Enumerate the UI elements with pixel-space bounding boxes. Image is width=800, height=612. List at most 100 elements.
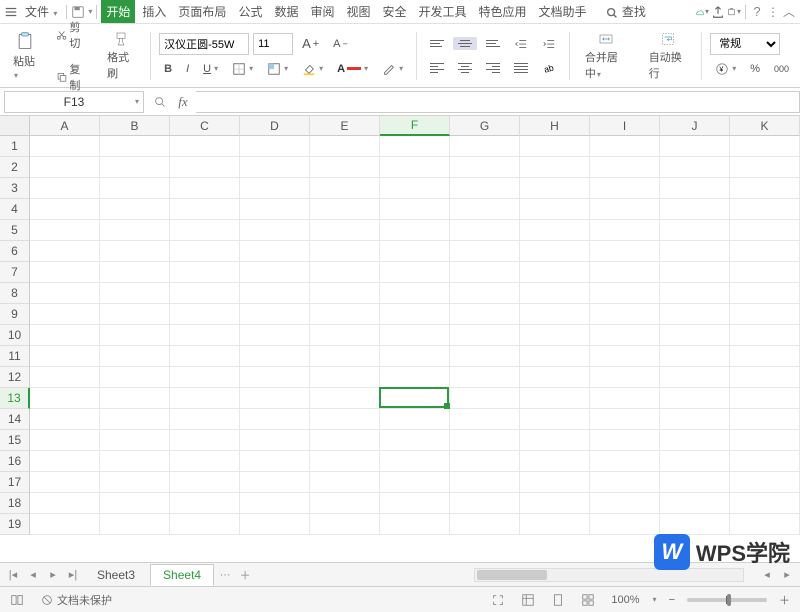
col-header-J[interactable]: J (660, 116, 730, 136)
font-size-select[interactable] (253, 33, 293, 55)
col-header-A[interactable]: A (30, 116, 100, 136)
search-button[interactable]: 查找 (600, 0, 651, 23)
row-header-19[interactable]: 19 (0, 514, 30, 535)
row-header-4[interactable]: 4 (0, 199, 30, 220)
auto-wrap-button[interactable]: 自动换行 (642, 28, 694, 84)
row-header-11[interactable]: 11 (0, 346, 30, 367)
row-header-2[interactable]: 2 (0, 157, 30, 178)
select-all-corner[interactable] (0, 116, 30, 136)
format-painter-button[interactable]: 格式刷 (100, 28, 142, 84)
increase-font-button[interactable]: A+ (297, 33, 324, 54)
fx-button[interactable]: fx (172, 91, 196, 113)
row-header-1[interactable]: 1 (0, 136, 30, 157)
row-header-12[interactable]: 12 (0, 367, 30, 388)
ribbon: 粘贴▾ 剪切 复制 格式刷 A+ A− B I U▾ ▾ ▾ ▾ A▾ (0, 24, 800, 88)
tab-review[interactable]: 审阅 (305, 0, 339, 23)
merge-center-button[interactable]: 合并居中▾ (578, 28, 634, 84)
tab-prev-icon[interactable]: ◂ (24, 566, 42, 584)
align-center-button[interactable] (453, 60, 477, 76)
col-header-I[interactable]: I (590, 116, 660, 136)
tab-page-layout[interactable]: 页面布局 (173, 0, 231, 23)
decrease-font-button[interactable]: A− (328, 35, 353, 53)
expand-namebox-icon[interactable] (148, 91, 172, 113)
tab-security[interactable]: 安全 (378, 0, 412, 23)
row-header-6[interactable]: 6 (0, 241, 30, 262)
paste-button[interactable]: 粘贴▾ (6, 28, 43, 84)
row-header-9[interactable]: 9 (0, 304, 30, 325)
help-icon[interactable]: ? (750, 5, 764, 19)
underline-button[interactable]: U▾ (198, 60, 223, 78)
tab-insert[interactable]: 插入 (137, 0, 171, 23)
row-header-13[interactable]: 13 (0, 388, 30, 409)
number-format-select[interactable]: 常规 (710, 33, 780, 55)
cut-button[interactable]: 剪切 (51, 16, 92, 54)
row-header-10[interactable]: 10 (0, 325, 30, 346)
clear-format-button[interactable]: ▾ (377, 59, 408, 79)
tab-doc-assistant[interactable]: 文档助手 (534, 0, 592, 23)
sheet-tab-3[interactable]: Sheet3 (84, 564, 148, 586)
col-header-C[interactable]: C (170, 116, 240, 136)
cells-area[interactable] (30, 136, 800, 562)
col-header-H[interactable]: H (520, 116, 590, 136)
col-header-F[interactable]: F (380, 116, 450, 136)
tab-formula[interactable]: 公式 (233, 0, 267, 23)
align-bottom-button[interactable] (481, 37, 505, 50)
row-header-17[interactable]: 17 (0, 472, 30, 493)
collapse-icon[interactable]: ︿ (782, 5, 796, 19)
percent-button[interactable]: % (745, 60, 765, 78)
fill-color-button[interactable]: ▾ (297, 59, 328, 79)
tab-start[interactable]: 开始 (101, 0, 135, 23)
font-color-button[interactable]: A▾ (332, 60, 373, 78)
align-top-button[interactable] (425, 37, 449, 50)
save-dropdown[interactable]: ▾ (88, 7, 92, 16)
tab-next-icon[interactable]: ▸ (44, 566, 62, 584)
increase-indent-button[interactable] (537, 34, 561, 54)
col-header-B[interactable]: B (100, 116, 170, 136)
formula-bar-row: F13▾ fx (0, 88, 800, 116)
tab-view[interactable]: 视图 (341, 0, 375, 23)
row-header-5[interactable]: 5 (0, 220, 30, 241)
row-header-3[interactable]: 3 (0, 178, 30, 199)
cell-style-button[interactable]: ▾ (262, 59, 293, 79)
col-header-G[interactable]: G (450, 116, 520, 136)
name-box[interactable]: F13▾ (4, 91, 144, 113)
row-header-15[interactable]: 15 (0, 430, 30, 451)
tab-data[interactable]: 数据 (269, 0, 303, 23)
currency-button[interactable]: ¥▾ (710, 59, 741, 79)
sheet-tab-4[interactable]: Sheet4 (150, 564, 214, 586)
col-header-D[interactable]: D (240, 116, 310, 136)
hamburger-icon[interactable] (4, 5, 18, 19)
row-headers: 12345678910111213141516171819 (0, 136, 30, 535)
align-right-button[interactable] (481, 60, 505, 76)
border-button[interactable]: ▾ (227, 59, 258, 79)
cloud-sync-icon[interactable]: ▾ (695, 5, 709, 19)
tab-first-icon[interactable]: |◂ (4, 566, 22, 584)
comma-button[interactable]: 000 (769, 61, 794, 77)
col-header-E[interactable]: E (310, 116, 380, 136)
tab-special[interactable]: 特色应用 (474, 0, 532, 23)
col-header-K[interactable]: K (730, 116, 800, 136)
row-header-8[interactable]: 8 (0, 283, 30, 304)
decrease-indent-button[interactable] (509, 34, 533, 54)
more-icon[interactable]: ⋮ (766, 5, 780, 19)
add-sheet-button[interactable]: ＋ (236, 566, 254, 584)
italic-button[interactable]: I (181, 60, 194, 78)
share-icon[interactable] (711, 5, 725, 19)
formula-input[interactable] (196, 91, 800, 113)
orientation-button[interactable]: ab (537, 58, 561, 78)
tab-devtools[interactable]: 开发工具 (414, 0, 472, 23)
align-left-button[interactable] (425, 60, 449, 76)
tab-last-icon[interactable]: ▸| (64, 566, 82, 584)
align-middle-button[interactable] (453, 37, 477, 50)
watermark: W WPS学院 (654, 534, 790, 570)
row-header-16[interactable]: 16 (0, 451, 30, 472)
row-header-7[interactable]: 7 (0, 262, 30, 283)
history-icon[interactable]: ▾ (727, 5, 741, 19)
bold-button[interactable]: B (159, 60, 177, 78)
font-name-select[interactable] (159, 33, 249, 55)
row-header-18[interactable]: 18 (0, 493, 30, 514)
svg-text:ab: ab (543, 62, 555, 74)
justify-button[interactable] (509, 60, 533, 76)
row-header-14[interactable]: 14 (0, 409, 30, 430)
tab-more-icon[interactable]: ··· (216, 566, 234, 584)
